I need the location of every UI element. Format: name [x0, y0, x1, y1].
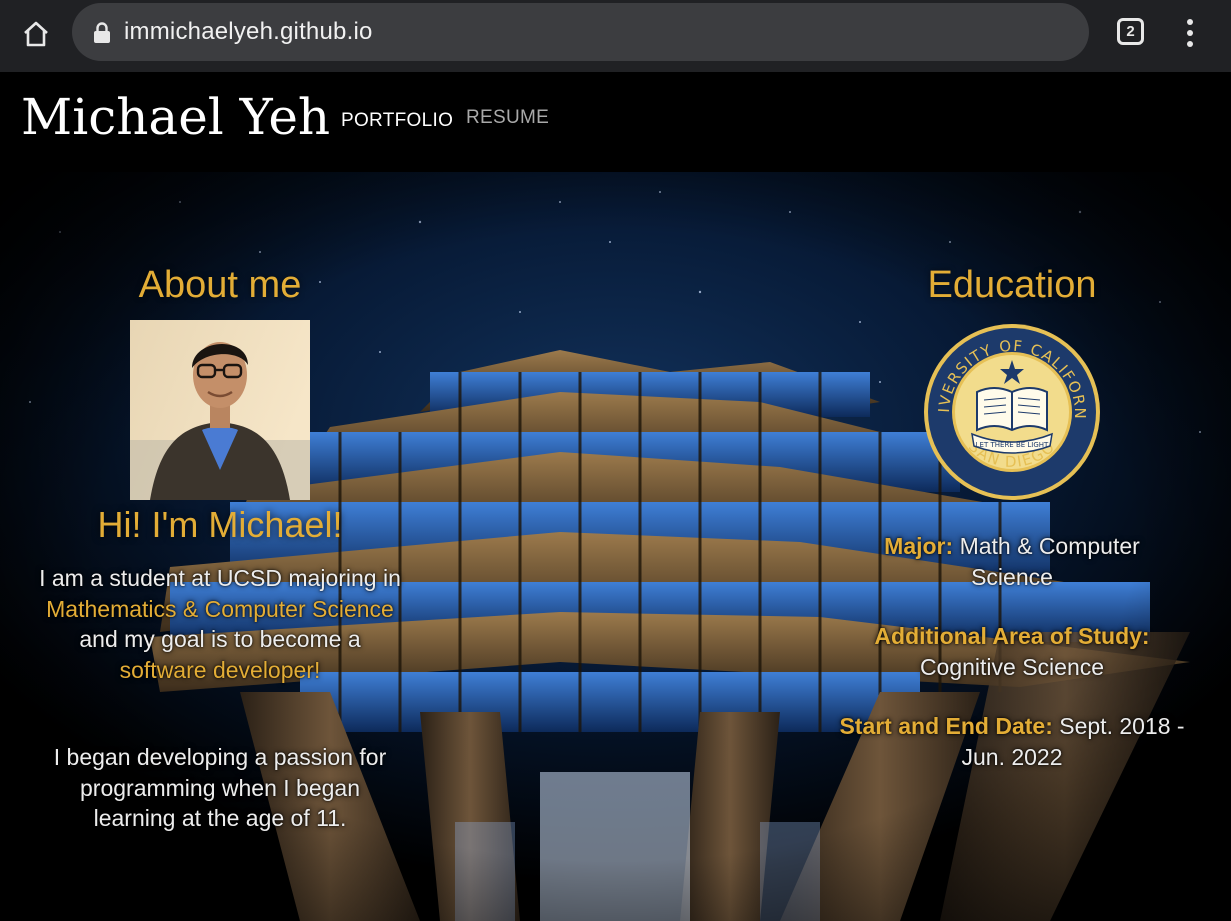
education-additional-study: Additional Area of Study: Cognitive Scie…: [832, 621, 1192, 682]
about-intro-part1: I am a student at UCSD majoring in: [39, 565, 401, 591]
additional-study-value: Cognitive Science: [919, 653, 1105, 680]
nav-portfolio-link[interactable]: PORTFOLIO: [341, 110, 453, 132]
site-title[interactable]: Michael Yeh: [21, 88, 330, 146]
home-button[interactable]: [18, 16, 54, 52]
dates-label: Start and End Date:: [839, 713, 1053, 739]
greeting-heading: Hi! I'm Michael!: [97, 504, 343, 545]
additional-study-label: Additional Area of Study:: [874, 623, 1150, 649]
more-vert-icon[interactable]: [1176, 15, 1204, 51]
education-major: Major: Math & Computer Science: [842, 531, 1182, 592]
education-heading: Education: [927, 264, 1097, 306]
tab-switcher-button[interactable]: 2: [1117, 18, 1144, 45]
major-label: Major:: [884, 533, 954, 559]
url-text: immichaelyeh.github.io: [124, 18, 373, 45]
about-passion: I began developing a passion for program…: [53, 744, 387, 831]
major-value: Math & Computer Science: [959, 533, 1140, 590]
address-bar[interactable]: immichaelyeh.github.io: [72, 3, 1089, 61]
nav-resume-link[interactable]: RESUME: [466, 107, 549, 129]
tab-count: 2: [1126, 23, 1135, 40]
about-intro: I am a student at UCSD majoring in Mathe…: [38, 563, 402, 685]
seal-banner-text: LET THERE BE LIGHT: [976, 441, 1049, 449]
home-icon: [24, 21, 48, 47]
browser-toolbar: immichaelyeh.github.io 2: [0, 0, 1231, 72]
about-goal-highlight: software developer!: [119, 656, 321, 683]
lock-icon: [94, 22, 110, 43]
about-major-highlight: Mathematics & Computer Science: [46, 595, 394, 622]
profile-photo: [130, 320, 310, 500]
about-intro-part2: and my goal is to become a: [79, 626, 361, 652]
about-heading: About me: [138, 264, 302, 306]
ucsd-seal-logo: UNIVERSITY OF CALIFORNIA SAN DIEGO LET T…: [922, 322, 1100, 500]
web-page: Michael Yeh PORTFOLIO RESUME About me Hi…: [0, 72, 1231, 921]
education-dates: Start and End Date: Sept. 2018 - Jun. 20…: [832, 711, 1192, 772]
site-header: Michael Yeh PORTFOLIO RESUME: [0, 72, 1231, 172]
